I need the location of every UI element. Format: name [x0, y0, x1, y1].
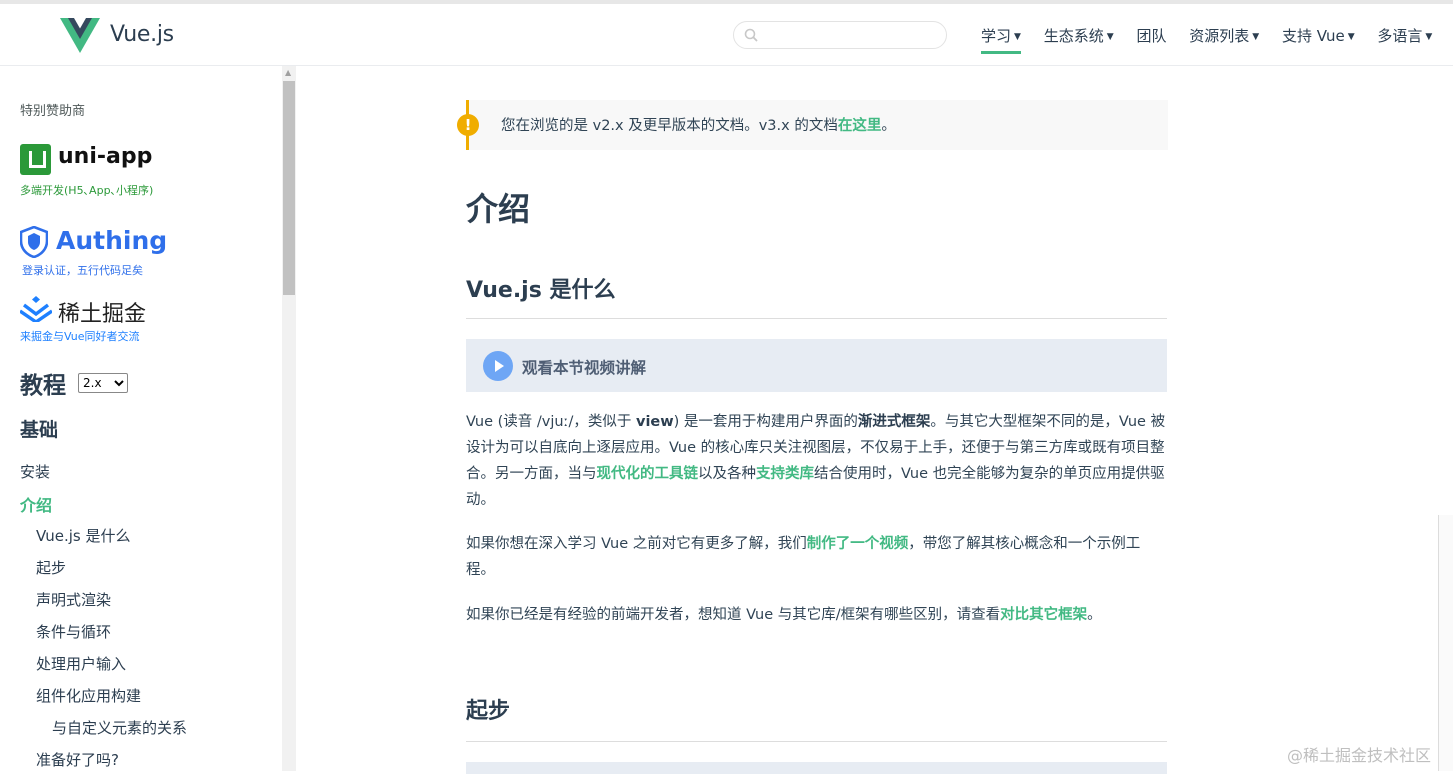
nav-label: 团队 — [1136, 27, 1167, 45]
sidebar-link-what-is-vue[interactable]: Vue.js 是什么 — [36, 525, 131, 546]
toolchain-link[interactable]: 现代化的工具链 — [597, 466, 699, 482]
sponsor-subtitle: 来掘金与Vue同好者交流 — [20, 330, 140, 343]
brand-name[interactable]: Vue.js — [110, 22, 174, 47]
sidebar-link-components[interactable]: 组件化应用构建 — [36, 685, 141, 706]
text: 以及各种 — [698, 466, 756, 482]
version-select[interactable]: 2.x — [78, 373, 128, 393]
play-icon[interactable] — [483, 351, 513, 381]
uni-app-icon — [20, 144, 51, 175]
caret-down-icon: ▼ — [1106, 32, 1114, 42]
side-ad-panel[interactable] — [1438, 515, 1453, 771]
text: 。 — [1087, 607, 1102, 623]
scrollbar-thumb[interactable] — [283, 81, 295, 295]
main-nav: 学习 ▼ 生态系统 ▼ 团队 资源列表 ▼ 支持 Vue ▼ 多语言 ▼ — [981, 25, 1450, 54]
sidebar-link-custom-elements[interactable]: 与自定义元素的关系 — [52, 717, 187, 738]
vue-logo-icon[interactable] — [60, 18, 100, 54]
sponsor-subtitle: 多端开发(H5､App､小程序) — [20, 184, 154, 197]
sidebar-link-declarative-rendering[interactable]: 声明式渲染 — [36, 589, 111, 610]
text: 如果你已经是有经验的前端开发者，想知道 Vue 与其它库/框架有哪些区别，请查看 — [466, 607, 1001, 623]
sidebar: 特别赞助商 uni-app 多端开发(H5､App､小程序) Authing 登… — [0, 66, 297, 771]
notice-text-part: 。 — [881, 118, 896, 134]
comparison-paragraph: 如果你已经是有经验的前端开发者，想知道 Vue 与其它库/框架有哪些区别，请查看… — [466, 602, 1167, 628]
nav-label: 资源列表 — [1189, 27, 1250, 45]
section-title-what-is-vue: Vue.js 是什么 — [466, 278, 616, 303]
sidebar-link-getting-started[interactable]: 起步 — [36, 557, 66, 578]
video-paragraph: 如果你想在深入学习 Vue 之前对它有更多了解，我们制作了一个视频，带您了解其核… — [466, 531, 1167, 583]
notice-text-part: 您在浏览的是 v2.x 及更早版本的文档。v3.x 的文档 — [501, 118, 838, 134]
sponsor-subtitle: 登录认证，五行代码足矣 — [22, 264, 143, 277]
sidebar-link-conditionals-loops[interactable]: 条件与循环 — [36, 621, 111, 642]
nav-team[interactable]: 团队 — [1136, 25, 1166, 46]
video-link[interactable]: 制作了一个视频 — [807, 536, 909, 552]
search-box[interactable] — [733, 21, 947, 49]
libraries-link[interactable]: 支持类库 — [756, 466, 814, 482]
version-notice: ! 您在浏览的是 v2.x 及更早版本的文档。v3.x 的文档在这里。 — [457, 100, 1168, 150]
nav-label: 支持 Vue — [1281, 27, 1345, 45]
nav-support[interactable]: 支持 Vue ▼ — [1282, 25, 1355, 46]
nav-learn[interactable]: 学习 ▼ — [981, 25, 1021, 54]
juejin-icon — [20, 296, 52, 322]
caret-down-icon: ▼ — [1014, 32, 1021, 42]
watermark: @稀土掘金技术社区 — [1287, 746, 1432, 765]
section-divider — [466, 741, 1167, 742]
sidebar-link-ready[interactable]: 准备好了吗? — [36, 749, 119, 770]
text: ) 是一套用于构建用户界面的 — [673, 414, 858, 430]
intro-paragraph: Vue (读音 /vjuː/，类似于 view) 是一套用于构建用户界面的渐进式… — [466, 409, 1167, 513]
bold-text: 渐进式框架 — [857, 414, 931, 430]
sidebar-link-user-input[interactable]: 处理用户输入 — [36, 653, 126, 674]
video-banner[interactable]: 观看本节视频讲解 — [466, 339, 1167, 392]
video-label[interactable]: 观看本节视频讲解 — [522, 356, 646, 378]
nav-label: 多语言 — [1377, 27, 1423, 45]
nav-language[interactable]: 多语言 ▼ — [1377, 25, 1432, 46]
tutorial-title: 教程 — [20, 373, 66, 399]
comparison-link[interactable]: 对比其它框架 — [1000, 607, 1087, 623]
caret-down-icon: ▼ — [1425, 32, 1433, 42]
section-title-getting-started: 起步 — [466, 699, 511, 724]
sponsor-name: uni-app — [58, 144, 153, 169]
search-icon — [744, 28, 758, 42]
sponsor-label: 特别赞助商 — [20, 104, 86, 119]
sidebar-link-introduction[interactable]: 介绍 — [20, 492, 52, 516]
text: Vue (读音 /vjuː/，类似于 — [466, 414, 636, 430]
section-heading: 基础 — [20, 419, 59, 441]
nav-label: 学习 — [981, 27, 1012, 45]
text: 如果你想在深入学习 Vue 之前对它有更多了解，我们 — [466, 536, 807, 552]
nav-label: 生态系统 — [1043, 27, 1104, 45]
caret-down-icon: ▼ — [1347, 32, 1355, 42]
shield-icon — [20, 226, 48, 258]
nav-ecosystem[interactable]: 生态系统 ▼ — [1044, 25, 1114, 46]
scroll-up-arrow-icon[interactable]: ▲ — [285, 68, 291, 77]
search-input[interactable] — [764, 25, 938, 47]
nav-resources[interactable]: 资源列表 ▼ — [1189, 25, 1259, 46]
sponsor-name: Authing — [56, 226, 168, 255]
sponsor-name: 稀土掘金 — [58, 302, 147, 327]
caret-down-icon: ▼ — [1252, 32, 1260, 42]
top-header: Vue.js 学习 ▼ 生态系统 ▼ 团队 资源列表 ▼ 支持 Vue ▼ 多语言 ▼ — [0, 0, 1453, 66]
page-title: 介绍 — [466, 190, 531, 228]
warning-icon: ! — [457, 114, 479, 136]
notice-text: 您在浏览的是 v2.x 及更早版本的文档。v3.x 的文档在这里。 — [501, 114, 896, 135]
sidebar-scrollbar[interactable]: ▲ — [282, 66, 296, 771]
section-divider — [466, 318, 1167, 319]
bold-text: view — [636, 414, 674, 430]
sidebar-link-install[interactable]: 安装 — [20, 461, 50, 482]
v3-docs-link[interactable]: 在这里 — [838, 118, 882, 134]
code-block-partial — [466, 762, 1167, 774]
